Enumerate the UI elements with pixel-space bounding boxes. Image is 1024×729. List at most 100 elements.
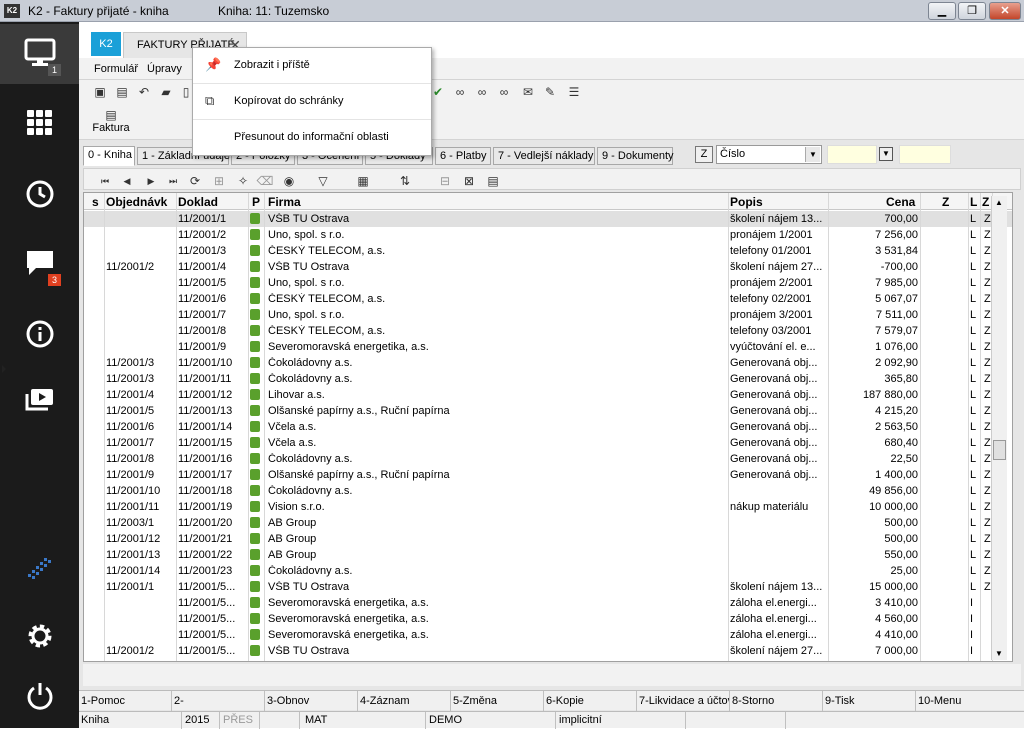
last-record-icon[interactable]: ⏭	[164, 172, 182, 190]
col-firma[interactable]: Firma	[268, 195, 301, 209]
sidebar-desktop[interactable]: 1	[0, 24, 79, 84]
table-row[interactable]: 11/2001/1 11/2001/5... VŠB TU Ostrava škole…	[84, 579, 1012, 595]
mail-icon[interactable]: ✉	[519, 83, 537, 101]
col-doklad[interactable]: Doklad	[178, 195, 218, 209]
hamburger-menu-icon[interactable]: ☰	[565, 83, 583, 101]
tab-dokumenty[interactable]: 9 - Dokumenty	[597, 147, 674, 165]
fkey-2[interactable]: 2-	[174, 695, 264, 707]
table-row[interactable]: 11/2001/2 11/2001/4 VŠB TU Ostrava školení …	[84, 259, 1012, 275]
maximize-button[interactable]: ❐	[958, 2, 986, 20]
first-record-icon[interactable]: ⏮	[96, 172, 114, 190]
table-row[interactable]: 11/2001/3 11/2001/10 Čokoládovny a.s. Gener…	[84, 355, 1012, 371]
vertical-scrollbar[interactable]: ▲ ▼	[991, 196, 1007, 660]
sidebar-media[interactable]	[0, 372, 79, 432]
scroll-up-icon[interactable]: ▲	[995, 198, 1003, 207]
binoculars-filter-icon[interactable]: ∞	[495, 83, 513, 101]
col-cena[interactable]: Cena	[886, 195, 915, 209]
refresh-icon[interactable]: ⟳	[186, 172, 204, 190]
minimize-button[interactable]: ▁	[928, 2, 956, 20]
table-row[interactable]: 11/2001/3 11/2001/11 Čokoládovny a.s. Gener…	[84, 371, 1012, 387]
fkey-1[interactable]: 1-Pomoc	[81, 695, 171, 707]
table-row[interactable]: 11/2001/7 11/2001/15 Včela a.s. Generovaná …	[84, 435, 1012, 451]
next-record-icon[interactable]: ▶	[142, 172, 160, 190]
filter-value-input[interactable]	[899, 145, 951, 164]
table-row[interactable]: 11/2001/5... Severomoravská energetika, a…	[84, 611, 1012, 627]
sort-field-select[interactable]: Číslo ▼	[716, 145, 822, 164]
prev-record-icon[interactable]: ◀	[118, 172, 136, 190]
popup-copy-item[interactable]: ⧉ Kopírovat do schránky	[193, 84, 431, 120]
sidebar-power[interactable]	[0, 666, 79, 726]
table-row[interactable]: 11/2001/9 Severomoravská energetika, a.s.…	[84, 339, 1012, 355]
scroll-thumb[interactable]	[993, 440, 1006, 460]
fkey-9[interactable]: 9-Tisk	[825, 695, 915, 707]
tab-kniha[interactable]: 0 - Kniha	[83, 146, 135, 166]
col-z2[interactable]: Z	[982, 195, 989, 209]
table-row[interactable]: 11/2001/13 11/2001/22 AB Group 550,00 L Z	[84, 547, 1012, 563]
menu-upravy[interactable]: Úpravy	[147, 63, 182, 75]
table-row[interactable]: 11/2001/7 Uno, spol. s r.o. pronájem 3/200…	[84, 307, 1012, 323]
table-row[interactable]: 11/2001/5... Severomoravská energetika, a…	[84, 595, 1012, 611]
table-row[interactable]: 11/2001/8 11/2001/16 Čokoládovny a.s. Gener…	[84, 451, 1012, 467]
sidebar-settings[interactable]	[0, 606, 79, 666]
sort-az-icon[interactable]: ⇅	[396, 172, 414, 190]
popup-pin-item[interactable]: 📌 Zobrazit i příště	[193, 48, 431, 84]
table-row[interactable]: 11/2001/5 Uno, spol. s r.o. pronájem 2/200…	[84, 275, 1012, 291]
sidebar-info[interactable]	[0, 304, 79, 364]
fkey-4[interactable]: 4-Záznam	[360, 695, 450, 707]
open-folder-icon[interactable]: ▰	[157, 83, 175, 101]
notes-icon[interactable]: ▤	[484, 172, 502, 190]
table-row[interactable]: 11/2001/10 11/2001/18 Čokoládovny a.s. 49 8…	[84, 483, 1012, 499]
fkey-10[interactable]: 10-Menu	[918, 695, 1008, 707]
undo-icon[interactable]: ↶	[135, 83, 153, 101]
col-objednavka[interactable]: Objednávk	[106, 195, 167, 209]
view-icon[interactable]: ◉	[280, 172, 298, 190]
edit-document-icon[interactable]: ✎	[541, 83, 559, 101]
col-popis[interactable]: Popis	[730, 195, 763, 209]
save-icon[interactable]: ▣	[91, 83, 109, 101]
tab-vedlejsi-naklady[interactable]: 7 - Vedlejší náklady	[493, 147, 595, 165]
table-row[interactable]: 11/2001/4 11/2001/12 Lihovar a.s. Generovan…	[84, 387, 1012, 403]
table-row[interactable]: 11/2001/2 11/2001/5... VŠB TU Ostrava škole…	[84, 643, 1012, 659]
fkey-8[interactable]: 8-Storno	[732, 695, 822, 707]
binoculars-icon[interactable]: ∞	[451, 83, 469, 101]
sidebar-apps[interactable]	[0, 94, 79, 154]
fkey-5[interactable]: 5-Změna	[453, 695, 543, 707]
table-row[interactable]: 11/2001/11 11/2001/19 Vision s.r.o. nákup m…	[84, 499, 1012, 515]
faktura-button[interactable]: ▤ Faktura	[85, 108, 137, 138]
filter-dropdown-icon[interactable]: ▼	[879, 147, 893, 161]
scroll-down-icon[interactable]: ▼	[995, 649, 1003, 658]
table-row[interactable]: 11/2001/6 ČESKÝ TELECOM, a.s. telefony 02/…	[84, 291, 1012, 307]
fkey-3[interactable]: 3-Obnov	[267, 695, 357, 707]
table-row[interactable]: 11/2001/8 ČESKÝ TELECOM, a.s. telefony 03/…	[84, 323, 1012, 339]
table-row[interactable]: 11/2001/1 VŠB TU Ostrava školení nájem 13.…	[84, 211, 1012, 227]
menu-formular[interactable]: Formulář	[94, 63, 138, 75]
k2-home-tab[interactable]: K2	[91, 32, 121, 56]
popup-move-item[interactable]: Přesunout do informační oblasti	[193, 120, 431, 156]
table-row[interactable]: 11/2001/5 11/2001/13 Olšanské papírny a.s.…	[84, 403, 1012, 419]
table-row[interactable]: 11/2001/2 Uno, spol. s r.o. pronájem 1/200…	[84, 227, 1012, 243]
filter-icon[interactable]: ▽	[314, 172, 332, 190]
binoculars-next-icon[interactable]: ∞	[473, 83, 491, 101]
table-row[interactable]: 11/2001/6 11/2001/14 Včela a.s. Generovaná …	[84, 419, 1012, 435]
col-l[interactable]: L	[970, 195, 977, 209]
sidebar-history[interactable]	[0, 164, 79, 224]
col-s[interactable]: s	[92, 195, 99, 209]
fkey-7[interactable]: 7-Likvidace a účtování	[639, 695, 729, 707]
table-row[interactable]: 11/2001/14 11/2001/23 Čokoládovny a.s. 25,0…	[84, 563, 1012, 579]
add-star-icon[interactable]: ✧	[234, 172, 252, 190]
columns-icon[interactable]: ▦	[354, 172, 372, 190]
left-panel-arrow-icon[interactable]	[2, 365, 6, 373]
fkey-6[interactable]: 6-Kopie	[546, 695, 636, 707]
col-z[interactable]: Z	[942, 195, 949, 209]
table-row[interactable]: 11/2001/3 ČESKÝ TELECOM, a.s. telefony 01/…	[84, 243, 1012, 259]
close-window-button[interactable]: ✕	[989, 2, 1021, 20]
excel-icon[interactable]: ⊠	[460, 172, 478, 190]
sort-z-button[interactable]: Z	[695, 146, 713, 163]
filter-input[interactable]	[827, 145, 877, 164]
sidebar-messages[interactable]: 3	[0, 234, 79, 294]
save-as-icon[interactable]: ▤	[113, 83, 131, 101]
col-p[interactable]: P	[252, 195, 260, 209]
tab-platby[interactable]: 6 - Platby	[435, 147, 491, 165]
table-row[interactable]: 11/2001/5... Severomoravská energetika, a…	[84, 627, 1012, 643]
table-row[interactable]: 11/2003/1 11/2001/20 AB Group 500,00 L Z	[84, 515, 1012, 531]
